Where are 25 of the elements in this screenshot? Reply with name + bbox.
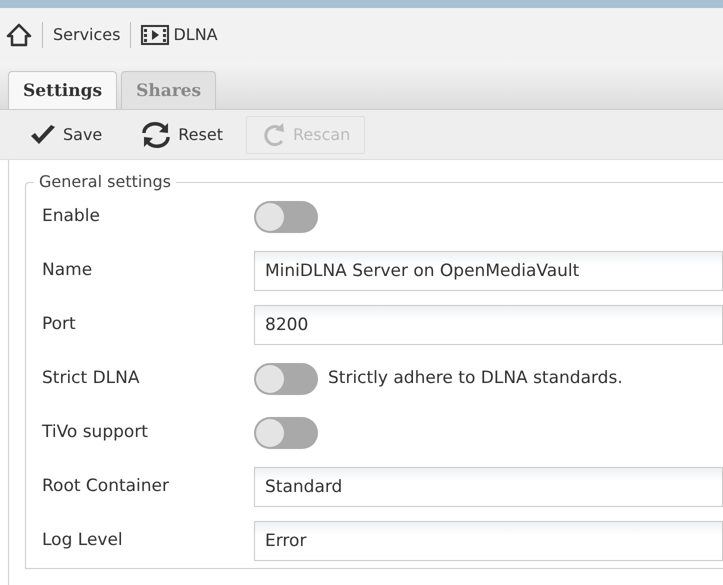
tab[interactable]: Settings <box>8 70 118 109</box>
film-icon <box>141 25 170 45</box>
field-label: Enable <box>42 205 101 228</box>
section-legend: General settings <box>34 174 176 190</box>
input-field[interactable]: Standard <box>254 467 723 507</box>
home-icon[interactable] <box>6 23 32 47</box>
refresh-icon <box>140 120 172 148</box>
field-label: Name <box>42 259 94 282</box>
breadcrumb-item[interactable]: DLNA <box>173 23 218 47</box>
toggle-switch[interactable] <box>254 417 318 449</box>
field-label: Port <box>42 313 77 336</box>
reset-button[interactable]: Reset <box>125 114 238 154</box>
input-field[interactable]: 8200 <box>254 305 723 345</box>
toggle-switch[interactable] <box>254 201 318 233</box>
field-label: Strict DLNA <box>42 367 140 390</box>
field-label: TiVo support <box>42 421 149 444</box>
save-button[interactable]: Save <box>14 116 118 152</box>
field-label: Root Container <box>42 475 170 498</box>
input-field[interactable]: MiniDLNA Server on OpenMediaVault <box>254 251 723 291</box>
field-label: Log Level <box>42 529 124 552</box>
input-field[interactable]: Error <box>254 521 723 561</box>
field-hint: Strictly adhere to DLNA standards. <box>328 367 623 390</box>
breadcrumb-link[interactable]: Services <box>53 23 120 47</box>
check-icon <box>29 124 57 146</box>
toggle-switch[interactable] <box>254 363 318 395</box>
